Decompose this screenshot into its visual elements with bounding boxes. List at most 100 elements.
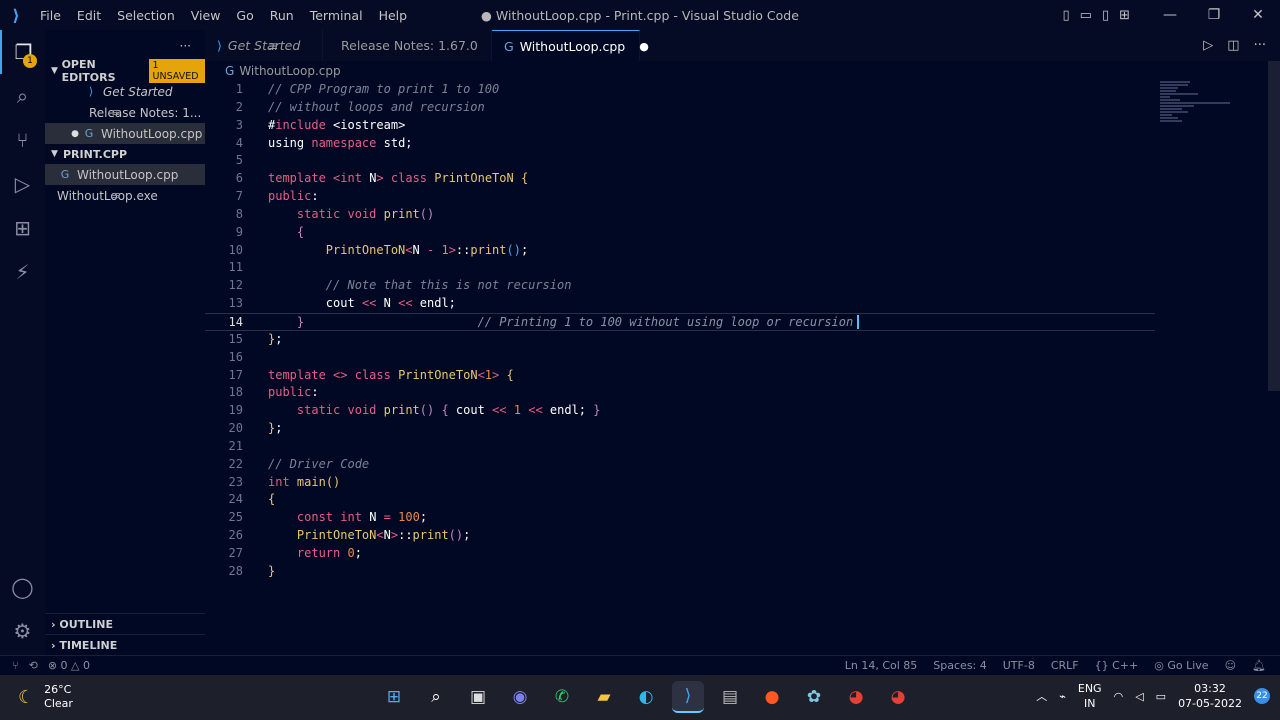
open-editor-release-notes[interactable]: ≡ Release Notes: 1... (45, 102, 205, 123)
chrome-icon[interactable]: ◕ (840, 681, 872, 713)
code-editor[interactable]: 1// CPP Program to print 1 to 100 2// wi… (205, 81, 1155, 581)
devices-icon[interactable]: ▤ (714, 681, 746, 713)
close-icon[interactable]: ✕ (1236, 7, 1280, 23)
menu-view[interactable]: View (183, 8, 229, 23)
encoding[interactable]: UTF-8 (1003, 659, 1035, 672)
chrome-profile-icon[interactable]: ◕ (882, 681, 914, 713)
map-pin-icon[interactable]: ● (756, 681, 788, 713)
vscode-icon: ⟩ (217, 38, 222, 53)
notifications-bell-icon[interactable]: 🔔︎ (1252, 659, 1266, 672)
outline-header[interactable]: › OUTLINE (45, 613, 205, 634)
tab-get-started[interactable]: ⟩ Get Started (205, 30, 323, 61)
search-icon[interactable]: ⌕ (0, 74, 45, 118)
task-view-icon[interactable]: ▣ (462, 681, 494, 713)
problems-indicator[interactable]: ⊗ 0 △ 0 (48, 659, 90, 672)
code-line: 23 int main() (228, 474, 341, 489)
document-icon: ≡ (111, 189, 121, 202)
menu-run[interactable]: Run (262, 8, 302, 23)
title-bar: ⟩ File Edit Selection View Go Run Termin… (0, 0, 1280, 30)
open-editors-header[interactable]: ▼ OPEN EDITORS 1 UNSAVED (45, 58, 205, 84)
more-actions-icon[interactable]: ··· (1254, 38, 1266, 53)
weather-widget[interactable]: ☾ 26°C Clear (18, 683, 73, 711)
code-line: 22// Driver Code (228, 456, 370, 471)
source-control-icon[interactable]: ⑂ (0, 118, 45, 162)
moon-icon: ☾ (18, 686, 35, 708)
remote-icon[interactable]: ⑂ (12, 659, 19, 672)
file-withoutloop-cpp[interactable]: G WithoutLoop.cpp (45, 164, 205, 185)
chevron-up-icon[interactable]: ︿ (1036, 688, 1047, 704)
open-editor-withoutloop[interactable]: ● G WithoutLoop.cpp (45, 123, 205, 144)
live-share-icon[interactable]: ⚡ (0, 250, 45, 294)
gear-icon[interactable]: ⚙ (0, 609, 45, 653)
toggle-sidebar-icon[interactable]: ▯ (1062, 8, 1069, 23)
run-file-icon[interactable]: ▷ (1203, 38, 1213, 53)
cursor-position[interactable]: Ln 14, Col 85 (845, 659, 918, 672)
split-editor-icon[interactable]: ◫ (1227, 38, 1239, 53)
clock[interactable]: 03:32 07-05-2022 (1178, 681, 1242, 711)
code-line-current: 14 } // Printing 1 to 100 without using … (205, 312, 1155, 331)
unsaved-dot-icon: ● (71, 128, 79, 139)
minimap[interactable] (1160, 81, 1260, 141)
explorer-icon[interactable]: ❐ 1 (0, 30, 45, 74)
chat-icon[interactable]: ◉ (504, 681, 536, 713)
broadcast-icon: ◎ (1154, 659, 1164, 672)
folder-header[interactable]: ▼ PRINT.CPP (45, 144, 205, 164)
menu-go[interactable]: Go (228, 8, 261, 23)
vertical-scrollbar[interactable] (1268, 61, 1280, 391)
document-icon: ≡ (111, 106, 121, 119)
notification-count-badge[interactable]: 22 (1254, 688, 1270, 704)
more-actions-icon[interactable]: ··· (180, 39, 191, 53)
chevron-right-icon: › (51, 617, 56, 631)
breadcrumb[interactable]: G WithoutLoop.cpp (205, 61, 1155, 81)
unsaved-badge: 1 UNSAVED (148, 59, 205, 83)
menu-selection[interactable]: Selection (109, 8, 183, 23)
paint-icon[interactable]: ✿ (798, 681, 830, 713)
code-line: 9 { (235, 224, 305, 239)
wifi-icon[interactable]: ◠ (1114, 690, 1124, 703)
unsaved-dot-icon[interactable]: ● (639, 40, 649, 53)
toggle-panel-icon[interactable]: ▭ (1080, 8, 1092, 23)
code-line: 24{ (228, 492, 276, 507)
cpp-file-icon: G (504, 38, 514, 54)
edge-icon[interactable]: ◐ (630, 681, 662, 713)
windows-taskbar: ☾ 26°C Clear ⊞ ⌕ ▣ ◉ ✆ ▰ ◐ ⟩ ▤ ● ✿ ◕ ◕ ︿… (0, 675, 1280, 720)
file-explorer-icon[interactable]: ▰ (588, 681, 620, 713)
language-indicator[interactable]: ENG IN (1078, 681, 1102, 711)
menu-help[interactable]: Help (371, 8, 416, 23)
code-line: 18 public: (228, 385, 319, 400)
taskbar-search-icon[interactable]: ⌕ (420, 681, 452, 713)
vscode-icon: ⟩ (88, 85, 94, 98)
menu-edit[interactable]: Edit (69, 8, 109, 23)
live-share-status-icon[interactable]: ⟲ (29, 659, 38, 672)
feedback-icon[interactable]: ☺ (1225, 659, 1236, 672)
text-cursor (857, 315, 860, 330)
toggle-secondary-sidebar-icon[interactable]: ▯ (1102, 8, 1109, 23)
code-line: 10 PrintOneToN<N - 1>::print(); (228, 242, 529, 257)
tab-withoutloop[interactable]: G WithoutLoop.cpp ● (492, 30, 649, 61)
whatsapp-icon[interactable]: ✆ (546, 681, 578, 713)
restore-icon[interactable]: ❐ (1192, 7, 1236, 23)
code-line: 28} (228, 563, 276, 578)
run-debug-icon[interactable]: ▷ (0, 162, 45, 206)
menu-file[interactable]: File (32, 8, 69, 23)
start-menu-icon[interactable]: ⊞ (378, 681, 410, 713)
open-editor-get-started[interactable]: ⟩ Get Started (45, 81, 205, 102)
file-withoutloop-exe[interactable]: ≡ WithoutLoop.exe (45, 185, 205, 206)
end-of-line[interactable]: CRLF (1051, 659, 1079, 672)
extensions-icon[interactable]: ⊞ (0, 206, 45, 250)
tab-release-notes[interactable]: ≡ Release Notes: 1.67.0 (268, 30, 492, 61)
code-line: 15}; (228, 331, 283, 346)
menu-terminal[interactable]: Terminal (302, 8, 371, 23)
vscode-taskbar-icon[interactable]: ⟩ (672, 681, 704, 713)
volume-icon[interactable]: ◁ (1135, 690, 1143, 703)
customize-layout-icon[interactable]: ⊞ (1119, 8, 1130, 23)
battery-icon[interactable]: ▭ (1156, 690, 1166, 703)
accounts-icon[interactable]: ◯ (0, 565, 45, 609)
minimize-icon[interactable]: — (1148, 7, 1192, 23)
indentation[interactable]: Spaces: 4 (933, 659, 986, 672)
code-line: 13 cout << N << endl; (228, 296, 456, 311)
language-mode[interactable]: {} C++ (1095, 659, 1139, 672)
network-off-icon[interactable]: ⌁ (1059, 690, 1066, 703)
go-live-button[interactable]: ◎ Go Live (1154, 659, 1208, 672)
timeline-header[interactable]: › TIMELINE (45, 634, 205, 655)
